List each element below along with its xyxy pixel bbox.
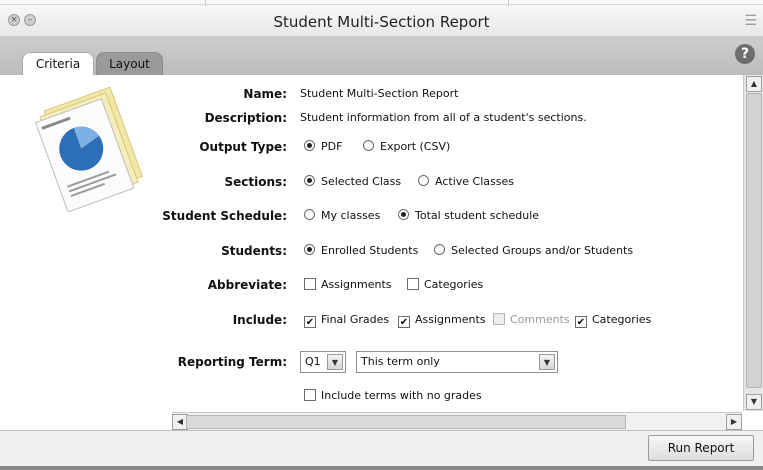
sections-active-classes-radio[interactable]: Active Classes	[418, 175, 514, 188]
checkbox-disabled-icon	[493, 313, 505, 325]
checkbox-checked-icon[interactable]: ✔	[304, 316, 316, 328]
include-row: Include: ✔ Final Grades ✔ Assignments Comm…	[0, 313, 740, 331]
dropdown-arrow-icon[interactable]: ▼	[327, 354, 343, 370]
tab-criteria[interactable]: Criteria	[22, 52, 94, 75]
student-schedule-row: Student Schedule: My classes Total stude…	[0, 209, 740, 227]
students-label: Students:	[221, 244, 287, 258]
output-type-row: Output Type: PDF Export (CSV)	[0, 140, 740, 158]
description-row: Description: Student information from al…	[0, 111, 740, 129]
output-type-csv-radio[interactable]: Export (CSV)	[363, 140, 450, 153]
radio-selected-icon[interactable]	[304, 175, 315, 186]
sections-row: Sections: Selected Class Active Classes	[0, 175, 740, 193]
criteria-panel: Name: Student Multi-Section Report Descr…	[0, 75, 743, 411]
help-icon[interactable]: ?	[735, 44, 755, 64]
scroll-right-icon[interactable]: ▶	[726, 414, 742, 430]
reporting-term-label: Reporting Term:	[177, 355, 287, 369]
title-bar: × – Student Multi-Section Report ☰	[0, 0, 763, 37]
name-value: Student Multi-Section Report	[300, 87, 459, 100]
no-grades-row: Include terms with no grades	[0, 389, 740, 407]
checkbox-checked-icon[interactable]: ✔	[398, 316, 410, 328]
output-type-pdf-radio[interactable]: PDF	[304, 140, 342, 153]
include-comments-checkbox: Comments	[493, 313, 570, 326]
abbreviate-categories-checkbox[interactable]: Categories	[407, 278, 483, 291]
include-final-grades-checkbox[interactable]: ✔ Final Grades	[304, 313, 389, 328]
footer-bar: Run Report	[0, 430, 763, 470]
students-enrolled-radio[interactable]: Enrolled Students	[304, 244, 418, 257]
window-title: Student Multi-Section Report	[273, 13, 490, 31]
name-label: Name:	[243, 87, 287, 101]
include-assignments-checkbox[interactable]: ✔ Assignments	[398, 313, 486, 328]
tab-layout[interactable]: Layout	[96, 52, 163, 75]
radio-selected-icon[interactable]	[304, 140, 315, 151]
checkbox-unchecked-icon[interactable]	[304, 278, 316, 290]
schedule-total-radio[interactable]: Total student schedule	[398, 209, 539, 222]
name-row: Name: Student Multi-Section Report	[0, 87, 740, 105]
include-label: Include:	[232, 313, 287, 327]
radio-selected-icon[interactable]	[398, 209, 409, 220]
bottom-edge	[0, 466, 763, 470]
include-categories-checkbox[interactable]: ✔ Categories	[575, 313, 651, 328]
sections-label: Sections:	[224, 175, 287, 189]
radio-selected-icon[interactable]	[304, 244, 315, 255]
sections-selected-class-radio[interactable]: Selected Class	[304, 175, 401, 188]
top-edge	[0, 0, 763, 5]
horizontal-scrollbar[interactable]: ◀ ▶	[172, 412, 742, 430]
menu-icon[interactable]: ☰	[744, 13, 757, 29]
students-row: Students: Enrolled Students Selected Gro…	[0, 244, 740, 262]
radio-unselected-icon[interactable]	[304, 209, 315, 220]
vertical-scrollbar[interactable]: ▲ ▼	[743, 75, 763, 411]
top-edge-tick	[508, 0, 509, 6]
tab-strip: Criteria Layout	[0, 37, 763, 75]
checkbox-checked-icon[interactable]: ✔	[575, 316, 587, 328]
vertical-scroll-thumb[interactable]	[746, 93, 762, 388]
schedule-my-classes-radio[interactable]: My classes	[304, 209, 380, 222]
radio-unselected-icon[interactable]	[363, 140, 374, 151]
output-type-label: Output Type:	[199, 140, 287, 154]
students-selected-groups-radio[interactable]: Selected Groups and/or Students	[434, 244, 633, 257]
abbreviate-assignments-checkbox[interactable]: Assignments	[304, 278, 392, 291]
dropdown-arrow-icon[interactable]: ▼	[539, 354, 555, 370]
reporting-term-row: Reporting Term: Q1 ▼ This term only ▼	[0, 351, 740, 375]
term-select[interactable]: Q1 ▼	[300, 351, 346, 373]
student-schedule-label: Student Schedule:	[162, 209, 287, 223]
horizontal-scroll-thumb[interactable]	[186, 415, 626, 429]
description-label: Description:	[204, 111, 287, 125]
description-value: Student information from all of a studen…	[300, 111, 587, 124]
scroll-down-icon[interactable]: ▼	[746, 394, 762, 410]
abbreviate-row: Abbreviate: Assignments Categories	[0, 278, 740, 296]
top-edge-tick	[205, 0, 206, 6]
radio-unselected-icon[interactable]	[418, 175, 429, 186]
radio-unselected-icon[interactable]	[434, 244, 445, 255]
abbreviate-label: Abbreviate:	[207, 278, 287, 292]
run-report-button[interactable]: Run Report	[648, 435, 754, 461]
checkbox-unchecked-icon[interactable]	[304, 389, 316, 401]
scroll-up-icon[interactable]: ▲	[746, 76, 762, 92]
checkbox-unchecked-icon[interactable]	[407, 278, 419, 290]
term-range-select[interactable]: This term only ▼	[356, 351, 558, 373]
include-no-grades-checkbox[interactable]: Include terms with no grades	[304, 389, 482, 402]
